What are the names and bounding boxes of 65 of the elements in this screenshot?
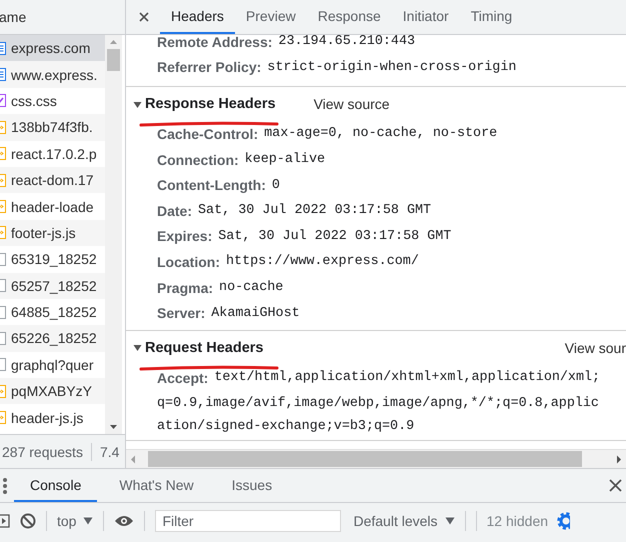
header-value: text/html,application/xhtml+xml,application/xml;: [214, 370, 600, 386]
hidden-count: 12 hidden: [486, 513, 548, 529]
header-value: https://www.express.com/: [226, 254, 419, 270]
header-value: Sat, 30 Jul 2022 03:17:58 GMT: [218, 228, 452, 244]
scrollbar-track[interactable]: [105, 35, 122, 434]
header-name: Location:: [157, 254, 220, 270]
tab[interactable]: Preview: [234, 0, 307, 34]
header-name: Accept:: [157, 370, 208, 386]
header-value: strict-origin-when-cross-origin: [267, 60, 516, 75]
view-source-link[interactable]: View sour: [564, 340, 626, 356]
header-value: ation/signed-exchange;v=b3;q=0.9: [157, 418, 414, 434]
scroll-thumb[interactable]: [107, 49, 120, 71]
request-row[interactable]: 65257_18252: [0, 272, 105, 299]
tab[interactable]: Headers: [160, 0, 235, 34]
section-title[interactable]: Request Headers: [133, 340, 264, 356]
scrollbar-track[interactable]: [126, 449, 626, 468]
request-row[interactable]: www.express.: [0, 61, 105, 88]
request-row[interactable]: 65226_18252: [0, 325, 105, 352]
close-icon[interactable]: [609, 479, 622, 492]
header-value: AkamaiGHost: [211, 306, 300, 321]
header-value: Sat, 30 Jul 2022 03:17:58 GMT: [198, 203, 432, 218]
sidebar-toggle-icon[interactable]: [0, 514, 10, 528]
view-source-link[interactable]: View source: [314, 96, 390, 112]
tab[interactable]: Response: [306, 0, 392, 34]
header-name: Content-Length:: [157, 177, 266, 194]
request-row[interactable]: react-dom.17: [0, 166, 105, 194]
scroll-thumb[interactable]: [148, 451, 582, 467]
tab[interactable]: Timing: [460, 0, 524, 34]
close-icon[interactable]: [138, 11, 150, 23]
header-value: 23.194.65.210:443: [278, 35, 416, 50]
request-row[interactable]: footer-js.js: [0, 220, 105, 246]
request-row[interactable]: express.com: [0, 35, 105, 62]
filter-field[interactable]: Filter: [155, 510, 342, 532]
tab[interactable]: Console: [14, 469, 98, 502]
caret-icon: [83, 517, 94, 525]
tab[interactable]: What's New: [103, 469, 210, 502]
tab[interactable]: Initiator: [392, 0, 460, 34]
header-value: 0: [272, 178, 280, 193]
log-levels-dropdown[interactable]: Default levels: [353, 513, 455, 529]
header-name: Pragma:: [157, 280, 214, 296]
more-icon[interactable]: [2, 476, 8, 494]
header-value: no-cache: [219, 280, 284, 296]
clear-icon[interactable]: [20, 513, 36, 529]
settings-icon[interactable]: [556, 512, 570, 530]
caret-icon: [444, 517, 455, 525]
header-value: keep-alive: [244, 152, 326, 168]
transfer-size: 7.4: [100, 444, 120, 460]
collapse-triangle-icon[interactable]: [133, 100, 142, 109]
header-value: max-age=0, no-cache, no-store: [264, 126, 498, 142]
header-name: Server:: [157, 305, 206, 322]
eye-icon[interactable]: [114, 514, 134, 528]
header-name: Date:: [157, 202, 192, 219]
request-row[interactable]: 138bb74f3fb.: [0, 114, 105, 141]
header-value: q=0.9,image/avif,image/webp,image/apng,*/*;q=0.8,applic: [157, 396, 599, 411]
header-name: Cache-Control:: [157, 126, 258, 142]
header-name: Referrer Policy:: [157, 59, 262, 76]
collapse-triangle-icon[interactable]: [133, 343, 142, 352]
context-dropdown[interactable]: top: [57, 513, 94, 529]
tab[interactable]: Issues: [216, 469, 288, 502]
header-name: Expires:: [157, 228, 212, 244]
request-row[interactable]: pqMXABYzY: [0, 378, 105, 404]
header-name: Remote Address:: [157, 35, 272, 50]
request-count: 287 requests: [2, 444, 83, 460]
section-title[interactable]: Response Headers: [133, 96, 276, 112]
header-name: Connection:: [157, 152, 239, 168]
